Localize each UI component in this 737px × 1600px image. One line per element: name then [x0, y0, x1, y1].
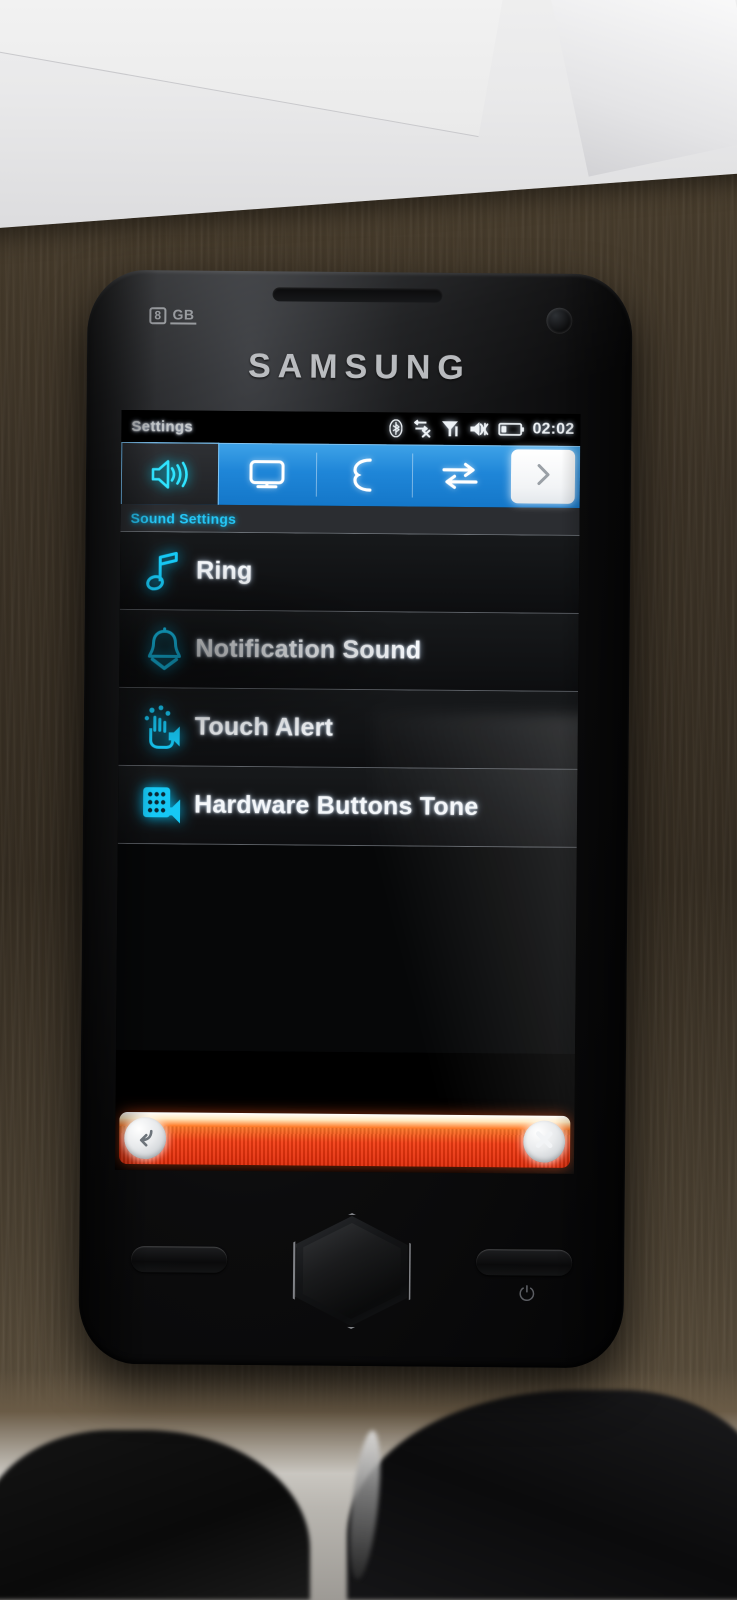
back-arrow-icon	[133, 1124, 157, 1153]
earpiece-speaker	[272, 287, 443, 303]
touch-speaker-icon	[133, 703, 195, 752]
list-item-label: Hardware Buttons Tone	[193, 790, 479, 822]
settings-tab-bar	[120, 441, 581, 508]
sound-off-icon	[468, 420, 489, 438]
phone-screen: Settings 02:02 Sound Settings Ring Notif…	[114, 409, 581, 1174]
close-button[interactable]	[523, 1120, 566, 1163]
front-camera	[546, 307, 573, 334]
tab-display[interactable]	[219, 443, 316, 506]
transfer-arrows-icon	[440, 460, 480, 492]
back-button[interactable]	[124, 1116, 167, 1160]
bell-icon	[133, 626, 195, 673]
home-button[interactable]	[295, 1215, 408, 1326]
keypad-speaker-icon	[132, 783, 194, 828]
signal-strength-icon	[440, 420, 459, 438]
list-item-label: Notification Sound	[195, 634, 422, 665]
list-item-notification-sound[interactable]: Notification Sound	[119, 609, 579, 692]
list-item-hardware-buttons-tone[interactable]: Hardware Buttons Tone	[117, 765, 578, 848]
speaker-icon	[150, 458, 190, 490]
status-bar-title: Settings	[131, 417, 194, 436]
bluetooth-icon	[389, 419, 403, 438]
data-transfer-off-icon	[411, 419, 431, 438]
music-note-icon	[134, 548, 196, 595]
list-item-touch-alert[interactable]: Touch Alert	[118, 687, 579, 770]
bottom-action-bar	[118, 1111, 571, 1168]
battery-icon	[498, 421, 525, 437]
tab-sound[interactable]	[120, 441, 220, 505]
power-glyph-icon: ⏻	[518, 1283, 535, 1306]
tab-connectivity[interactable]	[411, 444, 508, 507]
tab-call[interactable]	[315, 444, 412, 507]
hardware-button-row: ⏻	[78, 1174, 625, 1369]
samsung-phone: 8 GB SAMSUNG Settings 02:02 Sound Settin…	[78, 269, 633, 1369]
status-bar-icons	[389, 419, 525, 438]
list-item-label: Ring	[196, 556, 253, 586]
section-header-label: Sound Settings	[130, 509, 237, 527]
storage-badge: 8 GB	[149, 306, 197, 325]
tabs-next-button[interactable]	[508, 445, 581, 508]
list-item-ring[interactable]: Ring	[119, 531, 580, 614]
close-x-icon	[532, 1127, 556, 1156]
monitor-icon	[247, 458, 287, 490]
status-bar: Settings 02:02	[121, 409, 581, 446]
storage-badge-unit: GB	[170, 306, 197, 325]
chevron-right-icon	[533, 460, 553, 493]
handset-icon	[349, 458, 377, 492]
call-button[interactable]	[131, 1246, 228, 1273]
settings-list: Ring Notification Sound Touch Alert Hard…	[115, 531, 580, 1054]
storage-badge-number: 8	[149, 306, 167, 324]
brand-logo: SAMSUNG	[247, 347, 471, 387]
end-power-button[interactable]	[476, 1249, 573, 1276]
status-bar-clock: 02:02	[532, 420, 575, 438]
list-empty-area	[115, 843, 577, 1054]
section-header: Sound Settings	[120, 503, 580, 536]
list-item-label: Touch Alert	[194, 712, 334, 742]
